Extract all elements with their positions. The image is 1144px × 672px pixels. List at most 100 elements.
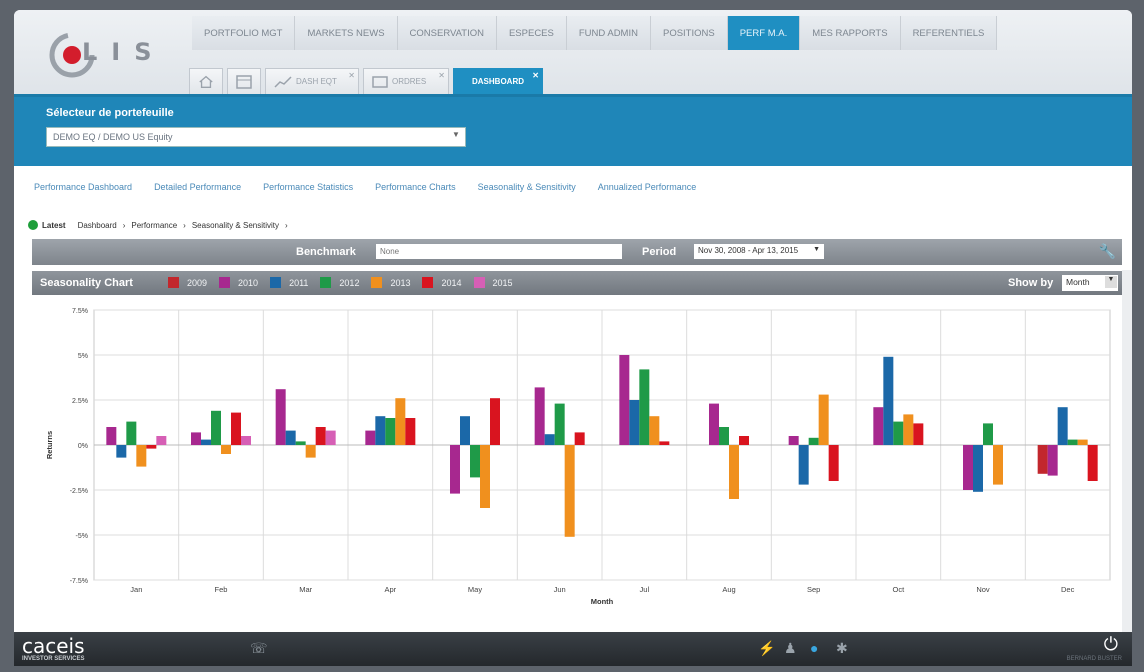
bar bbox=[873, 407, 884, 445]
legend-swatch bbox=[371, 277, 383, 288]
bar bbox=[285, 430, 296, 445]
chevron-down-icon[interactable]: ▼ bbox=[449, 130, 463, 144]
tab-ordres[interactable]: ORDRES ✕ bbox=[363, 68, 449, 94]
bar bbox=[983, 423, 993, 445]
home-icon bbox=[199, 75, 213, 88]
period-select[interactable]: Nov 30, 2008 - Apr 13, 2015 ▼ bbox=[694, 244, 824, 259]
user-icon[interactable]: ♟ bbox=[784, 640, 797, 657]
seasonality-title: Seasonality Chart bbox=[40, 277, 133, 289]
bar bbox=[963, 445, 973, 490]
bar bbox=[106, 427, 117, 445]
portfolio-selector[interactable]: DEMO EQ / DEMO US Equity ▼ bbox=[46, 127, 466, 147]
y-tick-label: -7.5% bbox=[70, 578, 88, 585]
plug-icon[interactable]: ⚡ bbox=[758, 640, 775, 657]
performance-nav-link[interactable]: Detailed Performance bbox=[154, 182, 241, 192]
phone-icon[interactable]: ☏ bbox=[250, 640, 268, 657]
bar bbox=[201, 439, 211, 445]
legend-swatch bbox=[270, 277, 282, 288]
chart-icon bbox=[274, 75, 292, 88]
legend-item[interactable]: 2013 bbox=[371, 277, 410, 288]
tab-dashboard[interactable]: DASHBOARD ✕ bbox=[453, 68, 543, 94]
topnav-item[interactable]: PORTFOLIO MGT bbox=[192, 16, 296, 50]
benchmark-input[interactable] bbox=[376, 244, 622, 259]
brand-logo: caceis bbox=[22, 634, 85, 658]
chevron-down-icon: ▼ bbox=[813, 246, 820, 253]
topnav-item[interactable]: FUND ADMIN bbox=[566, 16, 651, 50]
topnav-item[interactable]: ESPECES bbox=[496, 16, 567, 50]
bar bbox=[639, 369, 650, 445]
chart-legend: 2009 2010 2011 2012 2013 2014 2015 bbox=[168, 277, 525, 288]
breadcrumb-latest[interactable]: Latest bbox=[42, 221, 66, 230]
legend-label: 2012 bbox=[339, 277, 360, 288]
legend-item[interactable]: 2015 bbox=[473, 277, 513, 288]
breadcrumb-separator: › bbox=[285, 220, 288, 230]
bar bbox=[1037, 445, 1048, 474]
legend-item[interactable]: 2014 bbox=[422, 277, 462, 288]
legend-item[interactable]: 2009 bbox=[168, 277, 207, 288]
close-icon[interactable]: ✕ bbox=[348, 71, 355, 80]
bar bbox=[1077, 439, 1088, 445]
close-icon[interactable]: ✕ bbox=[532, 71, 539, 80]
bar bbox=[315, 427, 326, 445]
wrench-icon[interactable]: 🔧 bbox=[1099, 243, 1116, 260]
bar bbox=[818, 394, 829, 445]
legend-label: 2011 bbox=[289, 277, 309, 288]
bar bbox=[136, 445, 147, 467]
x-tick-label: Apr bbox=[384, 585, 396, 594]
breadcrumb-item[interactable]: Dashboard bbox=[78, 221, 117, 230]
y-axis-label: Returns bbox=[45, 431, 54, 459]
bug-icon[interactable]: ✱ bbox=[836, 640, 848, 657]
performance-nav-link[interactable]: Performance Charts bbox=[375, 182, 456, 192]
bar bbox=[574, 432, 585, 445]
scrollbar[interactable] bbox=[1122, 270, 1132, 632]
x-tick-label: Nov bbox=[976, 585, 990, 594]
bar bbox=[1057, 407, 1068, 445]
show-by-select[interactable]: Month ▼ bbox=[1062, 275, 1118, 291]
bar bbox=[395, 398, 406, 445]
topnav-item[interactable]: MARKETS NEWS bbox=[295, 16, 398, 50]
bar bbox=[211, 410, 221, 445]
home-tab[interactable] bbox=[189, 68, 223, 94]
bar bbox=[146, 445, 157, 449]
bulb-icon[interactable]: ● bbox=[810, 640, 818, 656]
bar bbox=[828, 445, 839, 481]
tab-ordres-label: ORDRES bbox=[392, 77, 427, 86]
legend-item[interactable]: 2011 bbox=[270, 277, 308, 288]
topnav-item[interactable]: CONSERVATION bbox=[397, 16, 497, 50]
y-tick-label: -2.5% bbox=[70, 488, 88, 495]
power-icon[interactable]: ⏻ bbox=[1104, 634, 1118, 655]
topnav-item[interactable]: PERF M.A. bbox=[727, 16, 801, 50]
bar bbox=[649, 416, 660, 445]
bar bbox=[659, 441, 670, 445]
breadcrumb-item[interactable]: Seasonality & Sensitivity bbox=[192, 221, 279, 230]
performance-nav-link[interactable]: Performance Dashboard bbox=[34, 182, 132, 192]
legend-item[interactable]: 2012 bbox=[320, 277, 359, 288]
legend-swatch bbox=[320, 277, 332, 288]
performance-nav-link[interactable]: Annualized Performance bbox=[598, 182, 697, 192]
performance-nav-link[interactable]: Seasonality & Sensitivity bbox=[478, 182, 576, 192]
calculator-tab[interactable] bbox=[227, 68, 261, 94]
list-icon bbox=[372, 75, 388, 88]
performance-nav-link[interactable]: Performance Statistics bbox=[263, 182, 353, 192]
y-tick-label: 2.5% bbox=[72, 398, 88, 405]
close-icon[interactable]: ✕ bbox=[438, 71, 445, 80]
tab-dash-eqt[interactable]: DASH EQT ✕ bbox=[265, 68, 359, 94]
period-value: Nov 30, 2008 - Apr 13, 2015 bbox=[698, 246, 799, 255]
topnav-item[interactable]: MES RAPPORTS bbox=[800, 16, 901, 50]
breadcrumb-item[interactable]: Performance bbox=[131, 221, 177, 230]
legend-label: 2014 bbox=[441, 277, 462, 288]
bottom-bar: caceis INVESTOR SERVICES ☏ ⚡ ♟ ● ✱ ⏻ BER… bbox=[14, 632, 1132, 666]
topnav-item[interactable]: POSITIONS bbox=[650, 16, 728, 50]
topnav-item[interactable]: REFERENTIELS bbox=[900, 16, 998, 50]
legend-swatch bbox=[422, 277, 434, 288]
bar bbox=[241, 436, 251, 445]
breadcrumb-separator: › bbox=[183, 220, 186, 230]
bar bbox=[191, 432, 201, 445]
portfolio-selector-label: Sélecteur de portefeuille bbox=[46, 107, 174, 119]
status-dot-icon bbox=[28, 220, 38, 230]
legend-item[interactable]: 2010 bbox=[219, 277, 258, 288]
x-tick-label: May bbox=[468, 585, 482, 594]
x-tick-label: Oct bbox=[892, 585, 905, 594]
bar bbox=[480, 445, 490, 508]
calculator-icon bbox=[236, 74, 252, 89]
